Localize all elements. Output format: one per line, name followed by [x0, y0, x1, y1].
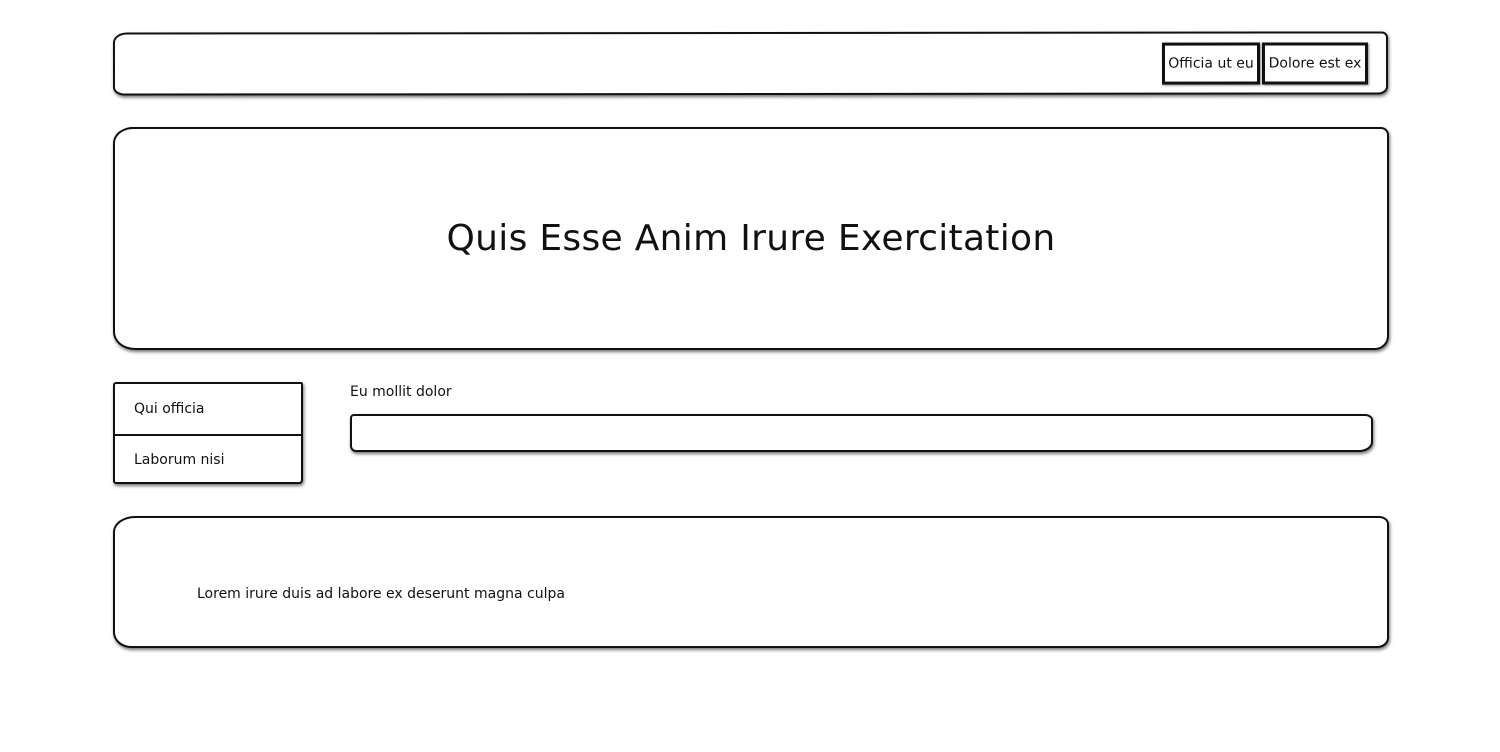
top-navbar: Officia ut eu Dolore est ex: [112, 31, 1389, 96]
side-menu-item-qui-officia[interactable]: Qui officia: [115, 384, 301, 434]
side-menu-item-laborum-nisi[interactable]: Laborum nisi: [115, 434, 301, 484]
nav-button-officia[interactable]: Officia ut eu: [1161, 42, 1261, 85]
text-input-field[interactable]: [350, 414, 1373, 452]
nav-button-group: Officia ut eu Dolore est ex: [1161, 42, 1369, 85]
hero-banner: Quis Esse Anim Irure Exercitation: [113, 127, 1389, 350]
side-menu: Qui officia Laborum nisi: [113, 382, 303, 484]
footer-text: Lorem irure duis ad labore ex deserunt m…: [197, 586, 565, 602]
nav-button-dolore[interactable]: Dolore est ex: [1261, 42, 1369, 85]
footer-panel: Lorem irure duis ad labore ex deserunt m…: [113, 516, 1389, 648]
hero-title: Quis Esse Anim Irure Exercitation: [446, 218, 1056, 259]
input-label: Eu mollit dolor: [350, 384, 452, 400]
